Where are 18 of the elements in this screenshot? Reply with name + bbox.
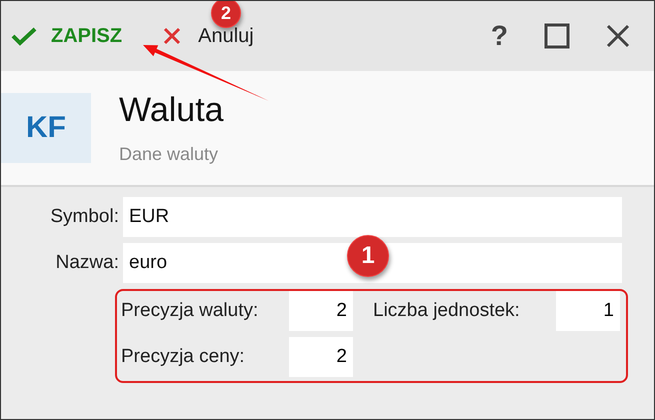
input-field[interactable]: 2 [289, 337, 353, 377]
subtitle: Dane waluty [119, 144, 220, 165]
save-button[interactable]: ZAPISZ [11, 24, 122, 48]
field-label: Precyzja ceny: [121, 346, 246, 368]
checkmark-icon [11, 26, 37, 46]
logo-tile: KF [1, 93, 91, 163]
window-title: Waluta [119, 91, 224, 130]
field-label: Symbol: [49, 206, 120, 228]
input-field[interactable]: 1 [556, 291, 620, 331]
field-label: Liczba jednostek: [372, 300, 521, 322]
maximize-icon[interactable] [544, 23, 570, 49]
input-field[interactable]: EUR [123, 197, 622, 237]
close-icon [162, 26, 182, 46]
field-label: Nazwa: [54, 252, 120, 274]
help-button[interactable]: ? [490, 20, 508, 52]
input-field[interactable]: 2 [289, 291, 353, 331]
field-label: Precyzja waluty: [121, 300, 260, 322]
close-icon[interactable] [606, 24, 630, 48]
